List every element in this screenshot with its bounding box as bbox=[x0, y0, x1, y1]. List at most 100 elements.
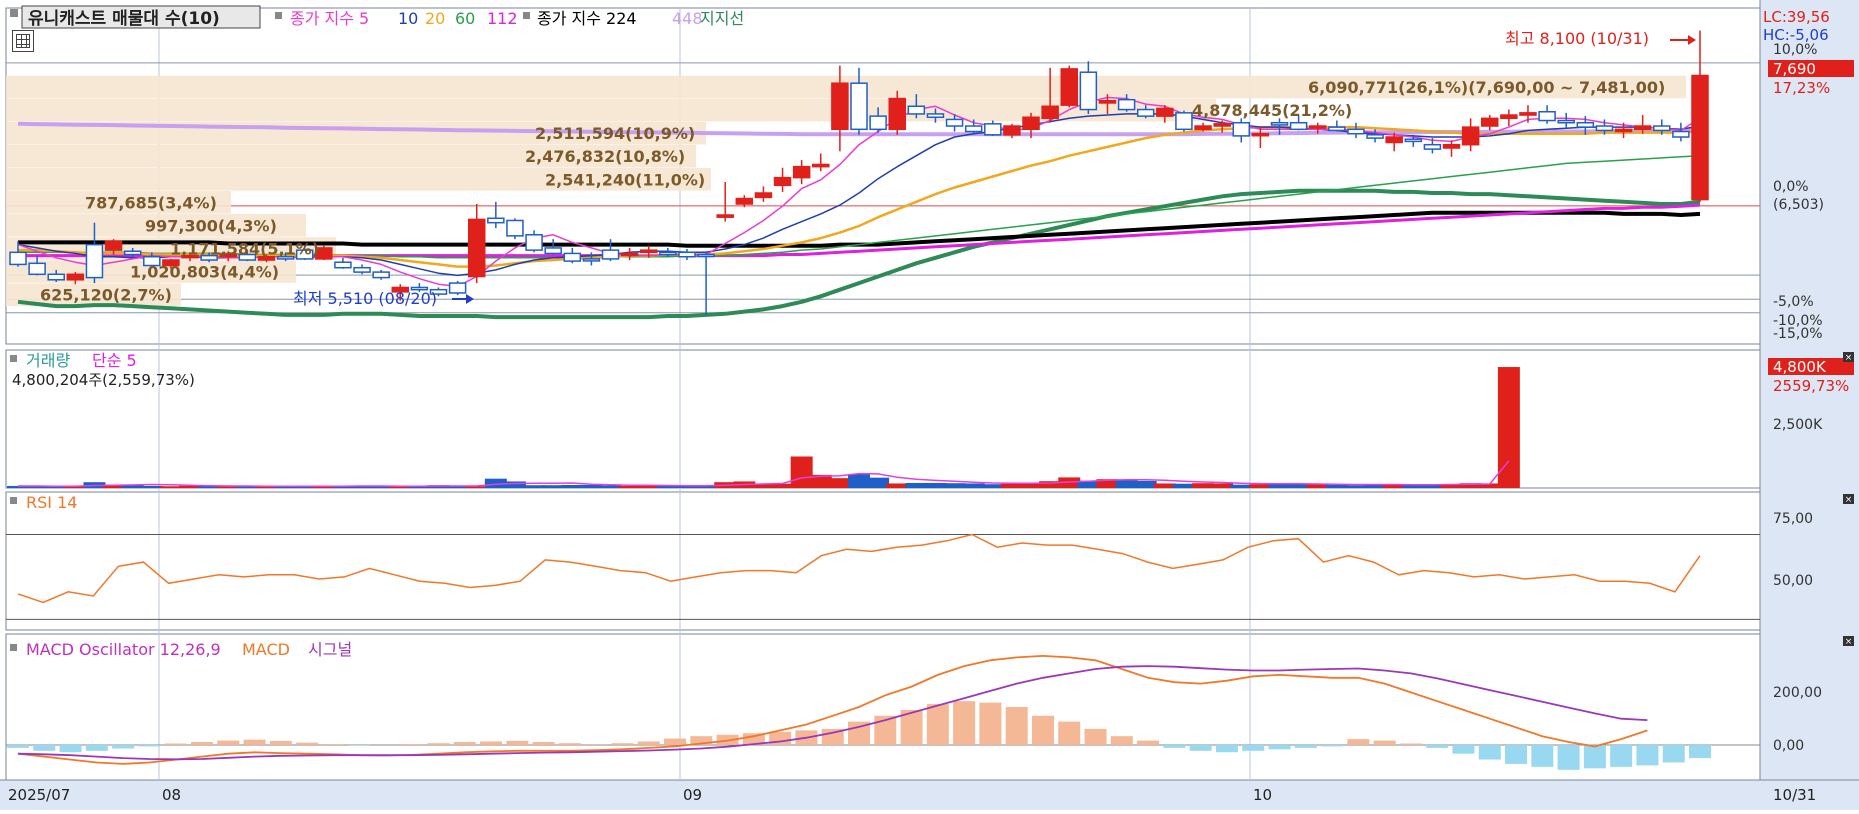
candle bbox=[1272, 123, 1288, 125]
candle bbox=[813, 164, 829, 166]
macd-oscillator-bar bbox=[86, 745, 108, 751]
candle bbox=[67, 274, 83, 279]
legend-bullet bbox=[275, 12, 282, 19]
macd-oscillator-bar bbox=[533, 742, 555, 745]
candle bbox=[1042, 106, 1058, 118]
volume-profile-label: 997,300(4,3%) bbox=[145, 216, 277, 235]
candle bbox=[1616, 129, 1632, 131]
chart-canvas[interactable]: 6,090,771(26,1%)(7,690,00 ~ 7,481,00) 4,8… bbox=[0, 0, 1859, 810]
current-pct-label: 17,23% bbox=[1773, 79, 1830, 97]
macd-oscillator-bar bbox=[1663, 745, 1685, 763]
candle bbox=[1692, 76, 1708, 200]
candle bbox=[851, 83, 867, 129]
macd-oscillator-bar bbox=[1111, 736, 1133, 745]
legend-bullet bbox=[523, 12, 530, 19]
macd-oscillator-bar bbox=[480, 741, 502, 745]
candle bbox=[1482, 118, 1498, 126]
volume-bar bbox=[829, 478, 851, 488]
volume-bar bbox=[886, 483, 908, 488]
legend-bullet bbox=[10, 644, 17, 651]
legend-macd: MACD bbox=[242, 640, 290, 659]
candle bbox=[1080, 72, 1096, 109]
macd-oscillator-bar bbox=[428, 743, 450, 745]
candle bbox=[335, 262, 351, 267]
macd-oscillator-bar bbox=[638, 741, 660, 745]
macd-oscillator-bar bbox=[112, 745, 134, 749]
candle bbox=[755, 193, 771, 197]
macd-oscillator-bar bbox=[1400, 744, 1422, 745]
candle bbox=[966, 126, 982, 131]
candle bbox=[1157, 108, 1173, 116]
legend-ma112: 112 bbox=[487, 9, 518, 28]
volume-profile-label: 1,171,584(5,1%) bbox=[170, 239, 319, 258]
legend-ma224: 종가 지수 224 bbox=[537, 9, 637, 28]
macd-oscillator-bar bbox=[270, 741, 292, 745]
macd-oscillator-bar bbox=[611, 743, 633, 745]
candle bbox=[1310, 126, 1326, 128]
macd-oscillator-bar bbox=[953, 701, 975, 745]
volume-bar bbox=[944, 483, 966, 488]
date-axis-label: 2025/07 bbox=[8, 786, 70, 804]
legend-signal: 시그널 bbox=[308, 640, 352, 659]
volume-info: 4,800,204주(2,559,73%) bbox=[12, 371, 195, 389]
candle bbox=[1291, 123, 1307, 130]
candle bbox=[488, 218, 504, 222]
axis-tick: 0,0% bbox=[1773, 179, 1809, 195]
close-icon: × bbox=[1845, 353, 1853, 363]
candle bbox=[985, 124, 1001, 135]
volume-bar bbox=[1116, 480, 1138, 488]
legend-title: 유니캐스트 매물대 수(10) bbox=[28, 9, 220, 29]
candle bbox=[1004, 126, 1020, 135]
macd-oscillator-bar bbox=[296, 743, 318, 745]
volume-bar bbox=[848, 474, 870, 488]
macd-oscillator-bar bbox=[138, 745, 160, 746]
macd-oscillator-bar bbox=[1295, 745, 1317, 748]
macd-oscillator-bar bbox=[1242, 745, 1264, 751]
macd-oscillator-bar bbox=[60, 745, 82, 752]
macd-oscillator-bar bbox=[454, 742, 476, 745]
chart-background bbox=[0, 0, 1859, 810]
current-price-label: 7,690 bbox=[1773, 60, 1816, 78]
axis-tick: -15,0% bbox=[1773, 326, 1823, 342]
axis-tick: 0,00 bbox=[1773, 738, 1804, 754]
candle bbox=[1233, 123, 1249, 136]
volume-bar bbox=[1001, 484, 1023, 488]
date-axis-label: 08 bbox=[162, 786, 181, 804]
macd-oscillator-bar bbox=[506, 741, 528, 745]
candle bbox=[48, 274, 64, 279]
candle bbox=[1023, 117, 1039, 129]
volume-profile-label: 6,090,771(26,1%)(7,690,00 ~ 7,481,00) bbox=[1308, 78, 1665, 97]
grid-icon bbox=[16, 34, 30, 48]
candle bbox=[1501, 115, 1517, 118]
stock-chart[interactable]: 6,090,771(26,1%)(7,690,00 ~ 7,481,00) 4,8… bbox=[0, 0, 1859, 810]
volume-bar bbox=[619, 486, 641, 488]
volume-profile-label: 625,120(2,7%) bbox=[40, 286, 172, 305]
macd-oscillator-bar bbox=[1006, 707, 1028, 745]
candle bbox=[603, 250, 619, 259]
macd-oscillator-bar bbox=[979, 703, 1001, 745]
candle bbox=[564, 253, 580, 261]
volume-bar bbox=[1230, 485, 1252, 488]
axis-tick: 2,500K bbox=[1773, 417, 1823, 433]
candle bbox=[1119, 100, 1135, 110]
candle bbox=[373, 272, 389, 277]
macd-oscillator-bar bbox=[1584, 745, 1606, 768]
macd-oscillator-bar bbox=[1636, 745, 1658, 765]
volume-profile-label: 2,541,240(11,0%) bbox=[545, 170, 705, 189]
date-axis-label: 10/31 bbox=[1773, 786, 1816, 804]
grid-toggle-button[interactable] bbox=[12, 30, 34, 52]
candle bbox=[450, 283, 466, 293]
candle bbox=[1367, 135, 1383, 138]
candle bbox=[1635, 126, 1651, 129]
macd-oscillator-bar bbox=[33, 745, 55, 751]
candle bbox=[1138, 110, 1154, 117]
candle bbox=[469, 219, 485, 276]
low-price-label: 최저 5,510 (08/20) bbox=[293, 289, 437, 308]
macd-oscillator-bar bbox=[165, 744, 187, 745]
volume-bar bbox=[1154, 483, 1176, 488]
candle bbox=[1405, 139, 1421, 141]
macd-oscillator-bar bbox=[559, 743, 581, 745]
macd-oscillator-bar bbox=[401, 744, 423, 745]
volume-bar bbox=[924, 483, 946, 488]
volume-bar bbox=[141, 486, 163, 488]
